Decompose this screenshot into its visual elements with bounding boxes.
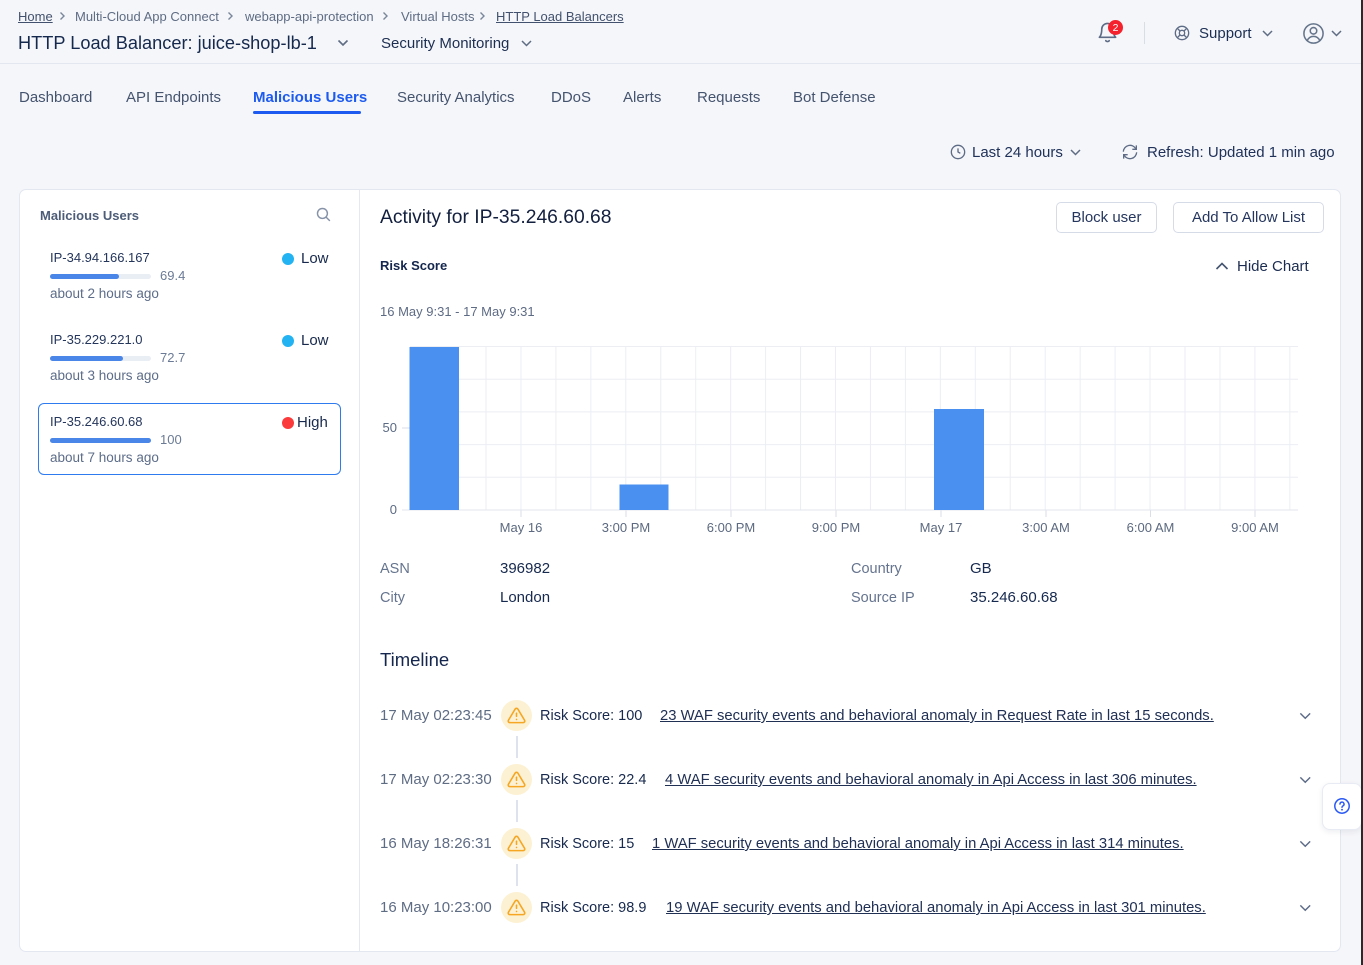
svg-text:3:00 AM: 3:00 AM — [1022, 520, 1070, 535]
svg-text:0: 0 — [390, 502, 397, 517]
svg-text:9:00 AM: 9:00 AM — [1231, 520, 1279, 535]
svg-text:May 17: May 17 — [920, 520, 963, 535]
svg-text:50: 50 — [383, 420, 397, 435]
svg-text:9:00 PM: 9:00 PM — [812, 520, 860, 535]
svg-text:3:00 PM: 3:00 PM — [602, 520, 650, 535]
svg-text:6:00 AM: 6:00 AM — [1127, 520, 1175, 535]
svg-text:May 16: May 16 — [500, 520, 543, 535]
svg-text:6:00 PM: 6:00 PM — [707, 520, 755, 535]
